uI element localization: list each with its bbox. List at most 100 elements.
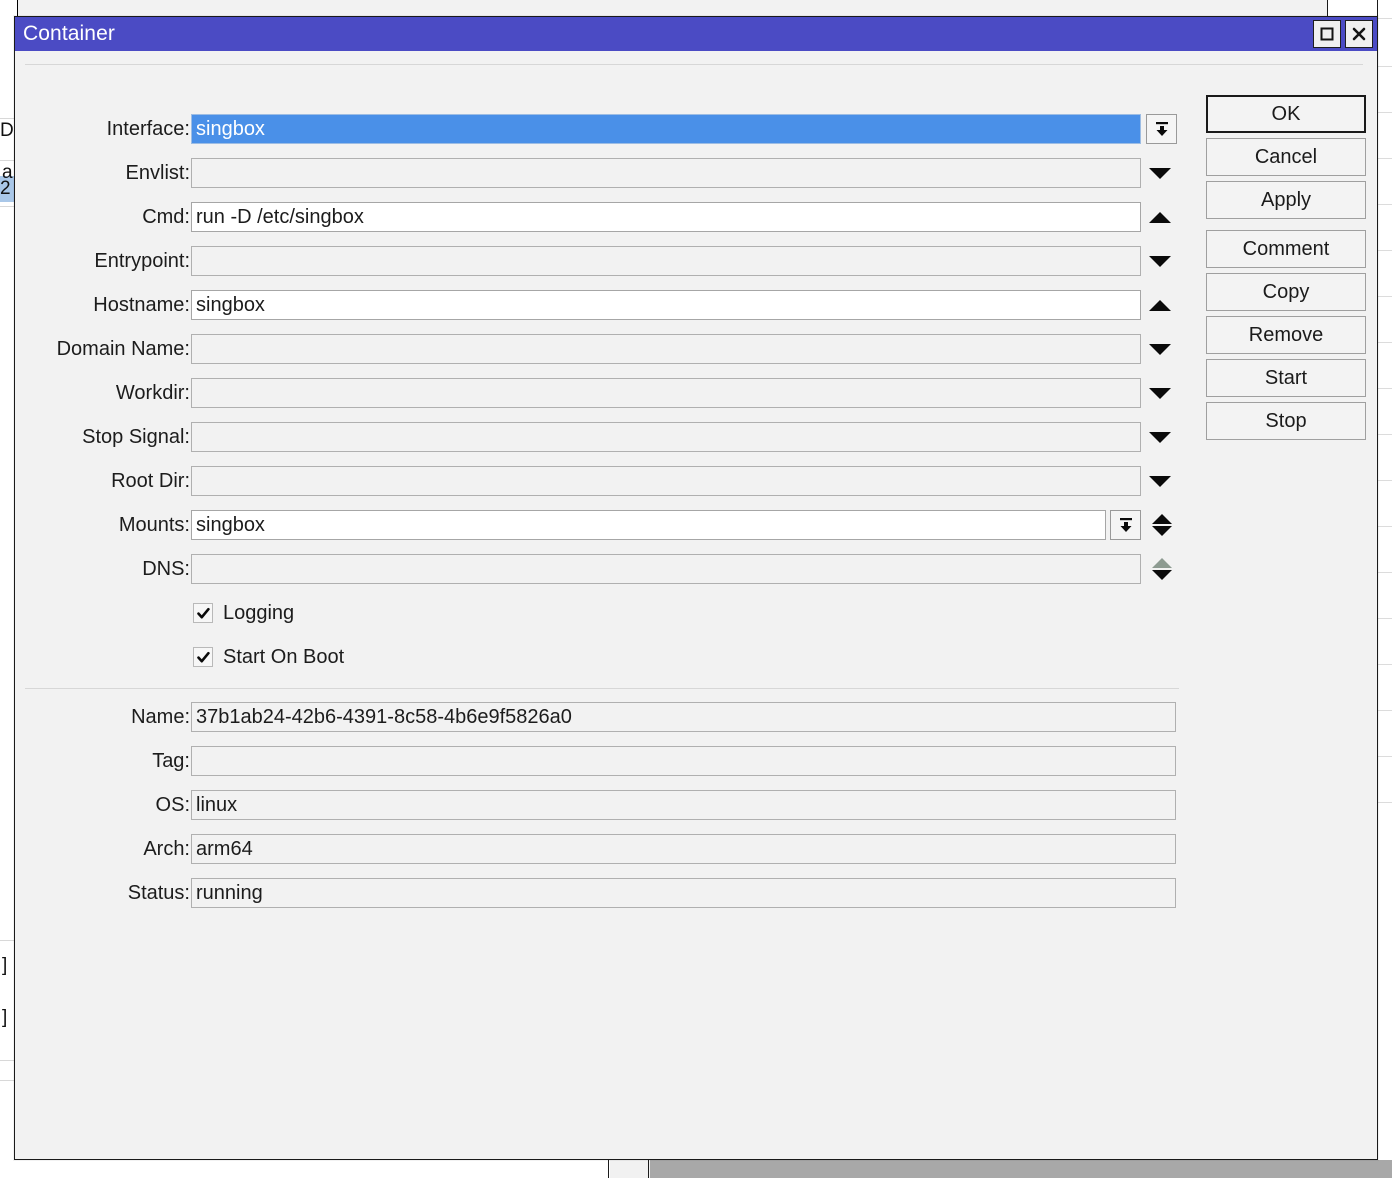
os-label: OS: [155,794,190,816]
cmd-input[interactable]: run -D /etc/singbox [191,202,1141,232]
background-row-separator [1378,756,1392,757]
entrypoint-expand-button[interactable] [1146,246,1174,276]
domain-name-label: Domain Name: [56,338,190,360]
root-dir-expand-button[interactable] [1146,466,1174,496]
cancel-button[interactable]: Cancel [1206,138,1366,176]
chevron-down-icon [1149,343,1171,355]
arch-input[interactable]: arm64 [191,834,1176,864]
remove-button[interactable]: Remove [1206,316,1366,354]
interface-dropdown-button[interactable] [1146,114,1177,144]
chevron-up-icon [1152,558,1172,568]
field-row-entrypoint: Entrypoint: [15,246,1195,276]
workdir-label: Workdir: [115,382,190,404]
entrypoint-input[interactable] [191,246,1141,276]
field-row-workdir: Workdir: [15,378,1195,408]
mounts-spinner[interactable] [1148,508,1176,542]
field-row-domain-name: Domain Name: [15,334,1195,364]
background-row-separator [1378,664,1392,665]
ok-button[interactable]: OK [1206,95,1366,133]
background-row-separator [1378,480,1392,481]
chevron-down-icon [1149,475,1171,487]
background-row-separator [1378,802,1392,803]
os-input[interactable]: linux [191,790,1176,820]
dialog-button-column: OK Cancel Apply Comment Copy Remove Star… [1206,95,1366,445]
background-right-list [1378,0,1392,1120]
mounts-label: Mounts: [118,514,190,536]
chevron-down-icon [1152,526,1172,536]
cmd-label: Cmd: [142,206,190,228]
dns-input[interactable] [191,554,1141,584]
name-input[interactable]: 37b1ab24-42b6-4391-8c58-4b6e9f5826a0 [191,702,1176,732]
comment-button[interactable]: Comment [1206,230,1366,268]
hostname-input[interactable]: singbox [191,290,1141,320]
field-row-dns: DNS: [15,554,1195,584]
envlist-expand-button[interactable] [1146,158,1174,188]
field-row-interface: Interface: singbox [15,114,1195,144]
status-input[interactable]: running [191,878,1176,908]
stop-button[interactable]: Stop [1206,402,1366,440]
hostname-label: Hostname: [93,294,190,316]
name-label: Name: [131,706,190,728]
workdir-expand-button[interactable] [1146,378,1174,408]
dns-spinner[interactable] [1148,552,1176,586]
background-text-glyph: ] [2,1007,8,1028]
start-on-boot-checkbox[interactable] [193,647,213,667]
chevron-down-icon [1149,255,1171,267]
background-top-strip [0,0,1327,16]
start-button[interactable]: Start [1206,359,1366,397]
background-text-glyph: D [0,120,14,141]
dns-label: DNS: [142,558,190,580]
background-row-separator [1378,342,1392,343]
maximize-icon [1319,26,1335,42]
container-dialog: Container Interface: singbox Envlist: Cm… [14,16,1378,1160]
envlist-input[interactable] [191,158,1141,188]
root-dir-label: Root Dir: [111,470,190,492]
top-separator [25,64,1363,65]
workdir-input[interactable] [191,378,1141,408]
background-row-separator [1378,710,1392,711]
envlist-label: Envlist: [125,162,190,184]
apply-button[interactable]: Apply [1206,181,1366,219]
hostname-collapse-button[interactable] [1146,290,1174,320]
chevron-down-icon [1152,570,1172,580]
root-dir-input[interactable] [191,466,1141,496]
mounts-input[interactable]: singbox [191,510,1106,540]
horizontal-scrollbar-thumb[interactable] [650,1160,1392,1178]
field-row-stop-signal: Stop Signal: [15,422,1195,452]
field-row-hostname: Hostname: singbox [15,290,1195,320]
checkbox-row-logging[interactable]: Logging [193,599,294,627]
background-divider [608,1160,609,1178]
dropdown-arrow-icon [1155,122,1168,136]
logging-checkbox[interactable] [193,603,213,623]
interface-input[interactable]: singbox [191,114,1141,144]
background-row-separator [1378,388,1392,389]
chevron-down-icon [1149,167,1171,179]
cmd-collapse-button[interactable] [1146,202,1174,232]
background-row-separator [1378,618,1392,619]
maximize-button[interactable] [1313,20,1341,48]
background-row-separator [1378,434,1392,435]
close-button[interactable] [1345,20,1373,48]
dialog-titlebar: Container [15,17,1377,51]
field-row-name: Name: 37b1ab24-42b6-4391-8c58-4b6e9f5826… [15,702,1195,732]
background-text-glyph: ] [2,955,8,976]
status-label: Status: [127,882,190,904]
stop-signal-label: Stop Signal: [82,426,190,448]
field-row-cmd: Cmd: run -D /etc/singbox [15,202,1195,232]
stop-signal-expand-button[interactable] [1146,422,1174,452]
domain-name-expand-button[interactable] [1146,334,1174,364]
checkbox-row-start-on-boot[interactable]: Start On Boot [193,643,344,671]
section-separator [25,688,1179,689]
background-row-separator [1378,204,1392,205]
interface-label: Interface: [106,118,190,140]
entrypoint-label: Entrypoint: [94,250,190,272]
tag-label: Tag: [152,750,190,772]
chevron-down-icon [1149,387,1171,399]
copy-button[interactable]: Copy [1206,273,1366,311]
stop-signal-input[interactable] [191,422,1141,452]
mounts-dropdown-button[interactable] [1110,510,1141,540]
tag-input[interactable] [191,746,1176,776]
field-row-arch: Arch: arm64 [15,834,1195,864]
check-icon [196,607,210,618]
domain-name-input[interactable] [191,334,1141,364]
